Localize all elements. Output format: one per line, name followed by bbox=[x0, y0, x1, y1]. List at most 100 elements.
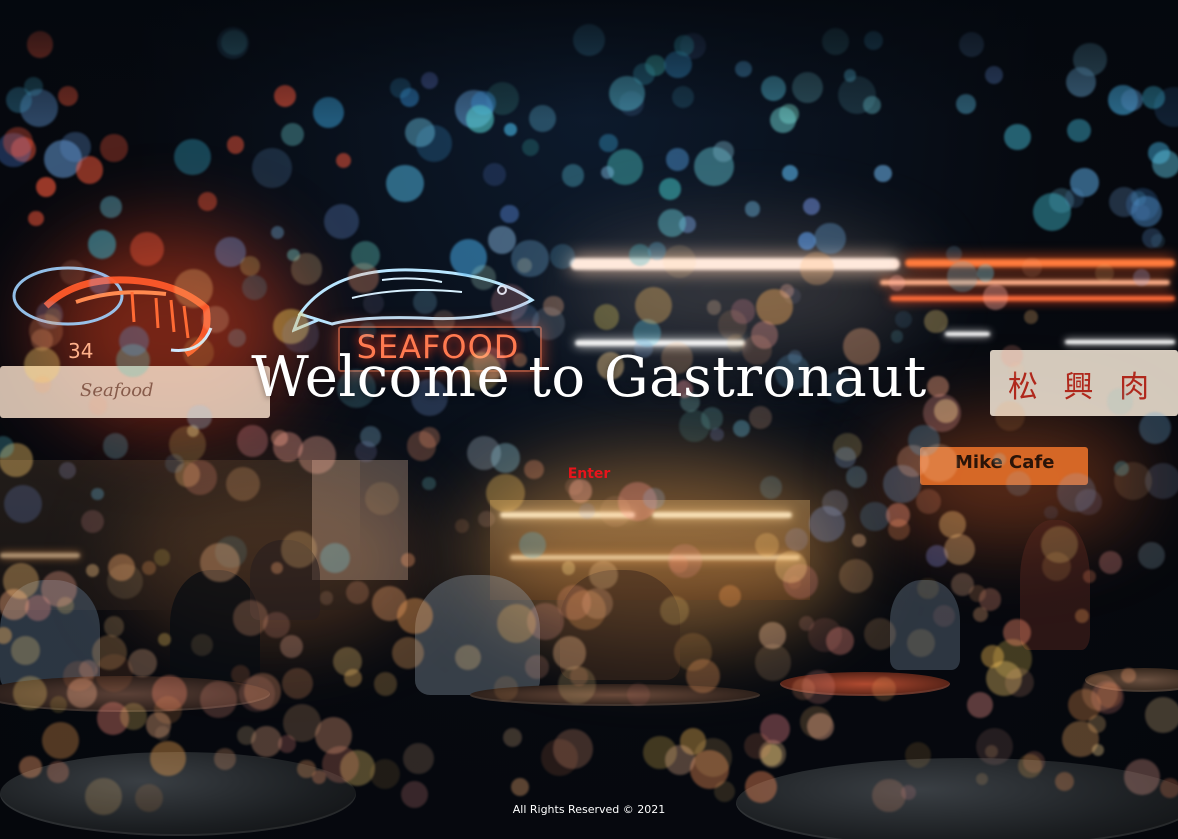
bokeh-dot bbox=[191, 634, 213, 656]
bokeh-dot bbox=[91, 488, 104, 501]
bokeh-dot bbox=[488, 226, 517, 254]
bokeh-dot bbox=[643, 487, 665, 510]
bokeh-dot bbox=[550, 243, 576, 269]
bokeh-dot bbox=[251, 726, 282, 757]
bokeh-dot bbox=[852, 533, 866, 547]
bokeh-dot bbox=[151, 675, 188, 711]
bokeh-dot bbox=[281, 122, 305, 146]
bokeh-dot bbox=[774, 550, 808, 583]
bokeh-dot bbox=[511, 778, 529, 796]
bokeh-dot bbox=[599, 496, 631, 528]
bokeh-dot bbox=[402, 742, 434, 774]
bokeh-dot bbox=[355, 441, 377, 463]
bokeh-dot bbox=[626, 682, 650, 707]
bokeh-dot bbox=[1054, 771, 1074, 791]
bokeh-dot bbox=[628, 243, 651, 267]
bokeh-dot bbox=[319, 591, 334, 605]
bokeh-dot bbox=[242, 275, 267, 300]
bokeh-dot bbox=[607, 148, 643, 185]
bokeh-dot bbox=[678, 409, 711, 442]
bokeh-dot bbox=[88, 230, 117, 259]
bokeh-dot bbox=[713, 140, 734, 162]
bokeh-dot bbox=[874, 164, 892, 182]
bokeh-dot bbox=[236, 425, 269, 457]
bokeh-dot bbox=[543, 295, 564, 317]
bokeh-dot bbox=[706, 300, 722, 315]
bokeh-dot bbox=[44, 308, 62, 325]
bokeh-dot bbox=[198, 192, 217, 211]
bokeh-dot bbox=[391, 636, 425, 670]
bokeh-dot bbox=[802, 197, 820, 216]
bokeh-dot bbox=[871, 676, 897, 702]
bokeh-dot bbox=[561, 164, 585, 187]
bokeh-dot bbox=[525, 655, 549, 679]
bokeh-dot bbox=[386, 165, 424, 203]
bokeh-dot bbox=[150, 740, 186, 777]
bokeh-dot bbox=[658, 209, 687, 238]
bokeh-dot bbox=[1017, 753, 1043, 778]
bokeh-dot bbox=[28, 210, 44, 227]
bokeh-dot bbox=[3, 563, 39, 599]
bokeh-dot bbox=[502, 728, 522, 748]
bokeh-dot bbox=[1121, 668, 1137, 684]
bokeh-dot bbox=[552, 636, 587, 670]
bokeh-dot bbox=[660, 595, 690, 625]
bokeh-dot bbox=[365, 481, 399, 516]
bokeh-dot bbox=[984, 744, 999, 759]
bokeh-dot bbox=[1141, 227, 1162, 248]
bokeh-dot bbox=[732, 419, 751, 438]
bokeh-dot bbox=[946, 260, 978, 292]
bokeh-dot bbox=[145, 712, 172, 738]
bokeh-dot bbox=[754, 643, 792, 681]
bokeh-dot bbox=[978, 588, 1002, 611]
footer-copyright: All Rights Reserved © 2021 bbox=[512, 803, 666, 816]
bokeh-dot bbox=[174, 138, 212, 176]
bokeh-dot bbox=[100, 196, 123, 219]
bokeh-dot bbox=[907, 629, 935, 657]
bokeh-dot bbox=[1081, 674, 1119, 711]
bokeh-dot bbox=[396, 597, 434, 635]
bokeh-dot bbox=[12, 676, 47, 711]
bokeh-dot bbox=[693, 738, 733, 777]
bokeh-dot bbox=[744, 733, 771, 760]
bokeh-dot bbox=[128, 648, 157, 678]
bokeh-dot bbox=[553, 729, 593, 770]
bokeh-dot bbox=[503, 122, 518, 136]
bokeh-dot bbox=[350, 241, 380, 271]
bokeh-dot bbox=[1123, 759, 1160, 795]
bokeh-dot bbox=[718, 585, 741, 608]
bokeh-dot bbox=[102, 433, 129, 459]
bokeh-dot bbox=[290, 253, 323, 285]
bokeh-dot bbox=[282, 667, 314, 699]
bokeh-dot bbox=[1064, 188, 1085, 208]
bokeh-dot bbox=[319, 542, 351, 573]
bokeh-dot bbox=[433, 310, 456, 333]
bokeh-dot bbox=[279, 635, 303, 659]
bokeh-dot bbox=[665, 744, 695, 775]
bokeh-dot bbox=[482, 162, 506, 186]
bokeh-dot bbox=[36, 177, 57, 198]
bokeh-dot bbox=[103, 616, 125, 637]
bokeh-dot bbox=[214, 747, 237, 770]
bokeh-dot bbox=[413, 289, 438, 314]
bokeh-dot bbox=[1067, 118, 1091, 143]
bokeh-dot bbox=[593, 304, 619, 330]
bokeh-dot bbox=[569, 667, 589, 686]
bokeh-dot bbox=[568, 479, 593, 503]
bokeh-dot bbox=[890, 330, 904, 343]
bokeh-dot bbox=[814, 222, 846, 255]
bokeh-dot bbox=[18, 755, 42, 779]
enter-link[interactable]: Enter bbox=[0, 466, 1178, 482]
bokeh-dot bbox=[88, 272, 111, 294]
bokeh-dot bbox=[158, 633, 171, 647]
bokeh-dot bbox=[754, 532, 780, 558]
bokeh-dot bbox=[500, 204, 519, 224]
bokeh-dot bbox=[781, 165, 798, 182]
bokeh-dot bbox=[200, 542, 240, 583]
bokeh-dot bbox=[888, 275, 905, 292]
bokeh-dot bbox=[917, 577, 939, 600]
bokeh-dot bbox=[822, 489, 849, 516]
background-image: 34 SEAFOOD Seafood 松 興 肉 Mike Cafe bbox=[0, 0, 1178, 839]
bokeh-dot bbox=[1083, 570, 1097, 584]
bokeh-dot bbox=[992, 453, 1006, 467]
